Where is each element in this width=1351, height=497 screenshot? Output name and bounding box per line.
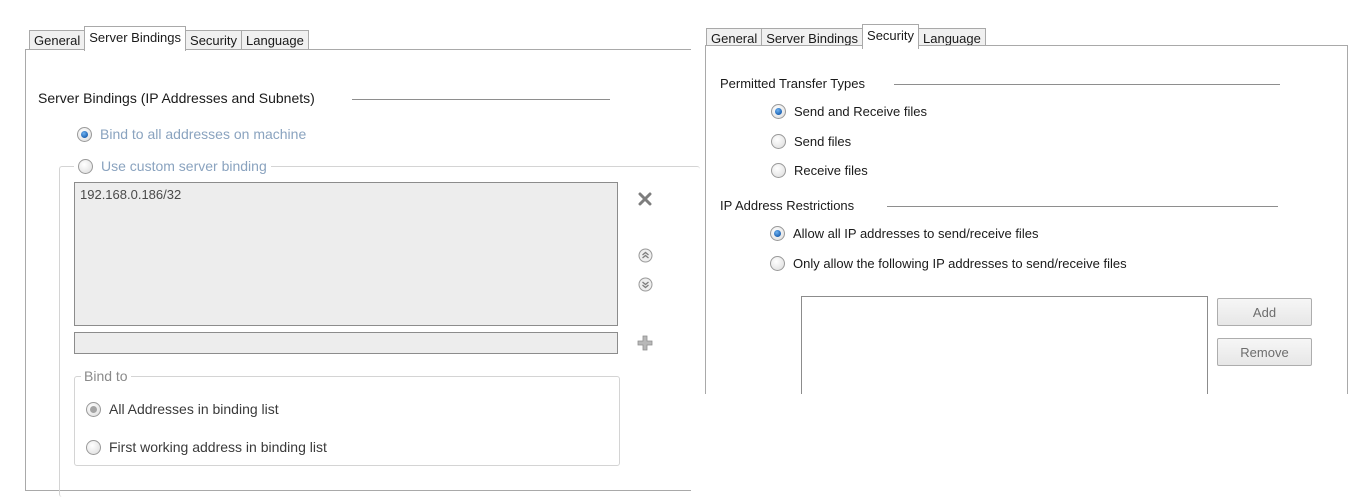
- only-allow-ip-radio[interactable]: [770, 256, 785, 271]
- list-item[interactable]: 192.168.0.186/32: [75, 183, 617, 206]
- send-files-option[interactable]: Send files: [771, 134, 851, 149]
- tab-language[interactable]: Language: [241, 30, 309, 51]
- ip-restrictions-title: IP Address Restrictions: [720, 198, 855, 213]
- only-allow-ip-option[interactable]: Only allow the following IP addresses to…: [770, 256, 1127, 271]
- receive-files-option[interactable]: Receive files: [771, 163, 868, 178]
- transfer-types-title: Permitted Transfer Types: [720, 76, 865, 91]
- bind-all-option[interactable]: Bind to all addresses on machine: [77, 126, 306, 142]
- security-panel: General Server Bindings Security Languag…: [700, 0, 1351, 408]
- add-button[interactable]: Add: [1217, 298, 1312, 326]
- custom-binding-label: Use custom server binding: [101, 158, 267, 174]
- first-working-radio[interactable]: [86, 439, 101, 455]
- chevron-down-circle-icon[interactable]: [636, 275, 654, 293]
- custom-binding-option[interactable]: Use custom server binding: [74, 158, 271, 174]
- bind-all-label: Bind to all addresses on machine: [100, 126, 307, 142]
- bind-all-radio[interactable]: [77, 126, 92, 142]
- allow-all-ip-label: Allow all IP addresses to send/receive f…: [793, 226, 1039, 241]
- tab-general[interactable]: General: [29, 30, 86, 51]
- transfer-types-divider: [894, 84, 1280, 85]
- allow-all-ip-radio[interactable]: [770, 226, 785, 241]
- remove-button[interactable]: Remove: [1217, 338, 1312, 366]
- tab-security[interactable]: Security: [862, 24, 919, 49]
- new-binding-input[interactable]: [74, 332, 618, 354]
- send-receive-radio[interactable]: [771, 104, 786, 119]
- send-receive-label: Send and Receive files: [794, 104, 927, 119]
- plus-icon[interactable]: [636, 334, 654, 352]
- first-working-option[interactable]: First working address in binding list: [86, 439, 327, 455]
- canvas-background: [700, 394, 1351, 482]
- server-bindings-panel: General Server Bindings Security Languag…: [0, 0, 700, 497]
- tab-strip: General Server Bindings Security Languag…: [29, 26, 309, 51]
- send-files-label: Send files: [794, 134, 852, 149]
- close-icon[interactable]: [636, 190, 654, 208]
- tab-security[interactable]: Security: [185, 30, 242, 51]
- all-addresses-label: All Addresses in binding list: [109, 401, 279, 417]
- tab-server-bindings[interactable]: Server Bindings: [84, 26, 187, 51]
- all-addresses-option[interactable]: All Addresses in binding list: [86, 401, 279, 417]
- binding-list[interactable]: 192.168.0.186/32: [74, 182, 618, 326]
- section-divider: [352, 99, 610, 100]
- send-receive-option[interactable]: Send and Receive files: [771, 104, 927, 119]
- only-allow-ip-label: Only allow the following IP addresses to…: [793, 256, 1127, 271]
- first-working-label: First working address in binding list: [109, 439, 327, 455]
- bind-to-legend: Bind to: [81, 368, 131, 384]
- ip-address-list[interactable]: [801, 296, 1208, 408]
- allow-all-ip-option[interactable]: Allow all IP addresses to send/receive f…: [770, 226, 1038, 241]
- section-title: Server Bindings (IP Addresses and Subnet…: [38, 90, 315, 106]
- send-files-radio[interactable]: [771, 134, 786, 149]
- receive-files-label: Receive files: [794, 163, 868, 178]
- receive-files-radio[interactable]: [771, 163, 786, 178]
- ip-restrictions-divider: [887, 206, 1278, 207]
- custom-binding-radio[interactable]: [78, 158, 93, 174]
- chevron-up-circle-icon[interactable]: [636, 246, 654, 264]
- all-addresses-radio[interactable]: [86, 401, 101, 417]
